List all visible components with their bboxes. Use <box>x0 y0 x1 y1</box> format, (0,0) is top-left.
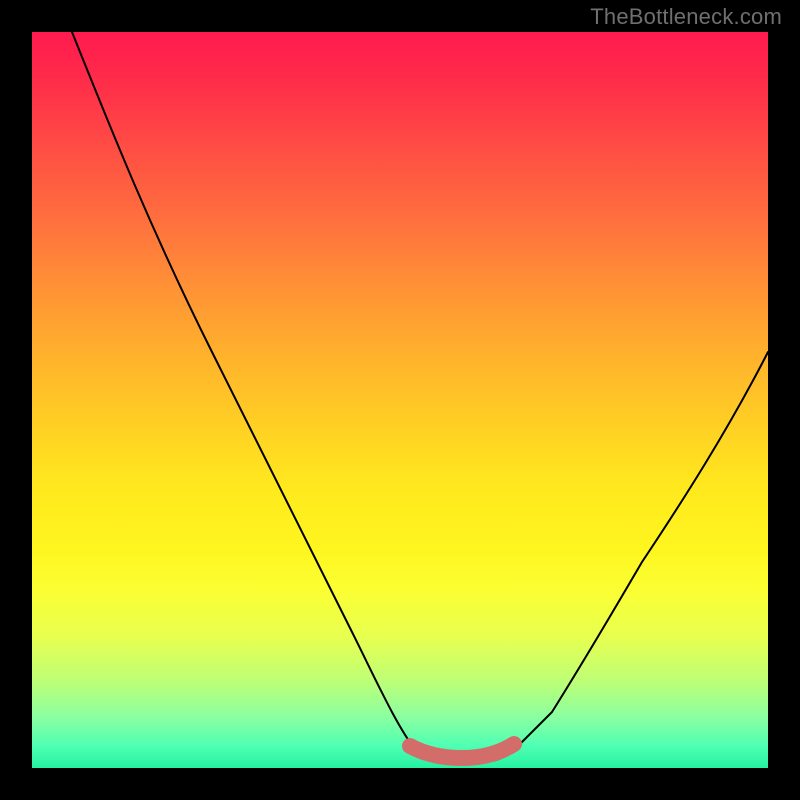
plot-area <box>32 32 768 768</box>
bottleneck-curve <box>72 32 768 762</box>
watermark-text: TheBottleneck.com <box>590 4 782 30</box>
chart-frame: TheBottleneck.com <box>0 0 800 800</box>
curve-svg <box>32 32 768 768</box>
bottom-accent <box>410 744 514 758</box>
